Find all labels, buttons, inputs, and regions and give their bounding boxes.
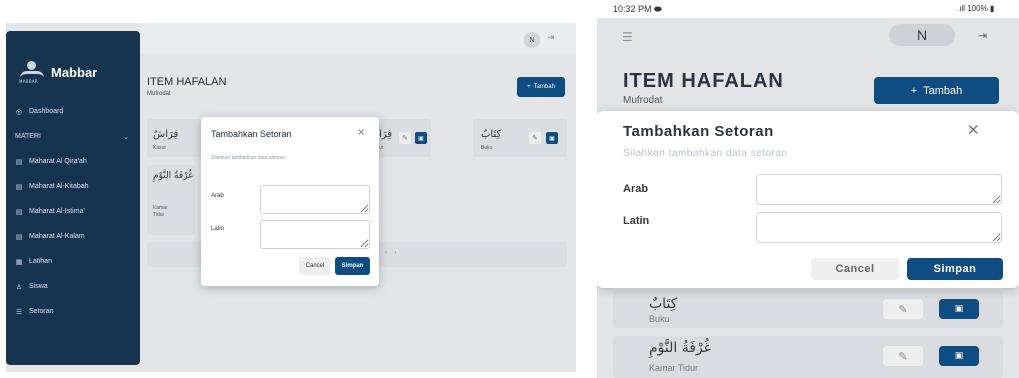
- arab-label: Arab: [623, 183, 649, 195]
- card-latin: Tidur: [153, 212, 165, 218]
- save-button[interactable]: Simpan: [335, 257, 370, 275]
- logout-icon[interactable]: ⇥: [978, 29, 987, 42]
- status-battery: .ıll 100% ▮: [957, 4, 995, 13]
- page-title: ITEM HAFALAN: [623, 70, 784, 92]
- sidebar-item-latihan[interactable]: ▦ Latihan: [6, 249, 140, 274]
- cancel-button[interactable]: Cancel: [811, 258, 899, 280]
- card-latin: Kasur: [153, 145, 167, 151]
- page-subtitle: Mufrodat: [147, 91, 171, 97]
- chevron-down-icon: ⌄: [123, 133, 129, 141]
- user-avatar[interactable]: N: [524, 32, 540, 48]
- screenshot-stage: MABBAR Mabbar ◎ Dashboard MATERI ⌄ ▤ Mah…: [0, 0, 1019, 378]
- card-latin: ur: [379, 145, 384, 151]
- sidebar-item-maharat-al-kitabah[interactable]: ▤ Maharat Al-Kitabah: [6, 174, 140, 199]
- sidebar-item-siswa[interactable]: ♙ Siswa: [6, 274, 140, 299]
- latin-label: Latin: [623, 215, 650, 227]
- hafalan-card: غُرْفَةُ النَّوْمِ Kamar Tidur: [147, 165, 195, 235]
- latin-label: Latin: [211, 226, 225, 232]
- card-latin: Buku: [649, 314, 670, 324]
- hafalan-card: غُرْفَةُ النَّوْمِ Kamar Tidur ✎ ▣: [613, 336, 1003, 378]
- card-latin: Kamar Tidur: [649, 363, 699, 373]
- hafalan-card: كِتَابٌ Buku ✎ ▣: [473, 119, 567, 157]
- add-setoran-modal: Tambahkan Setoran × Silahkan tambahkan d…: [201, 117, 379, 286]
- status-bar: 10:32 PM ⬬ .ıll 100% ▮: [597, 0, 1019, 18]
- mobile-view: 10:32 PM ⬬ .ıll 100% ▮ ☰ N ⇥ ITEM HAFALA…: [597, 0, 1019, 378]
- sidebar-item-dashboard[interactable]: ◎ Dashboard: [6, 99, 140, 124]
- user-avatar[interactable]: N: [889, 24, 955, 46]
- hamburger-menu-icon[interactable]: ☰: [622, 30, 633, 44]
- status-time: 10:32 PM ⬬: [613, 4, 662, 14]
- arab-input[interactable]: [756, 174, 1002, 205]
- sidebar-section-materi[interactable]: MATERI ⌄: [6, 124, 140, 149]
- latin-input[interactable]: [260, 220, 370, 249]
- delete-trash-icon[interactable]: ▣: [939, 299, 979, 319]
- sidebar-item-setoran[interactable]: ☰ Setoran: [6, 299, 140, 324]
- add-item-button[interactable]: + Tambah: [517, 77, 565, 97]
- edit-pencil-icon[interactable]: ✎: [883, 346, 923, 366]
- cancel-button[interactable]: Cancel: [299, 257, 331, 275]
- delete-trash-icon[interactable]: ▣: [939, 346, 979, 366]
- list-icon: ☰: [15, 308, 23, 316]
- card-arabic: غُرْفَةُ النَّوْمِ: [649, 340, 711, 356]
- clipboard-icon: ▦: [15, 258, 23, 266]
- sidebar-item-maharat-al-istima[interactable]: ▤ Maharat Al-Istima': [6, 199, 140, 224]
- brand-logo[interactable]: MABBAR Mabbar: [19, 61, 98, 84]
- sidebar: MABBAR Mabbar ◎ Dashboard MATERI ⌄ ▤ Mah…: [6, 31, 140, 365]
- arab-label: Arab: [211, 193, 224, 199]
- user-icon: ♙: [15, 283, 23, 291]
- hafalan-card: كِتَابٌ Buku ✎ ▣: [613, 290, 1003, 328]
- edit-pencil-icon[interactable]: ✎: [529, 132, 541, 144]
- modal-title: Tambahkan Setoran: [623, 123, 774, 140]
- add-item-button[interactable]: + Tambah: [874, 77, 999, 104]
- book-icon: ▤: [15, 208, 23, 216]
- sidebar-item-maharat-al-qiraah[interactable]: ▤ Maharat Al Qira'ah: [6, 149, 140, 174]
- card-arabic: فِرَاشٌ: [153, 129, 179, 140]
- mabbar-logo-icon: MABBAR: [19, 61, 45, 84]
- page-title: ITEM HAFALAN: [147, 76, 227, 88]
- book-icon: ▤: [15, 158, 23, 166]
- close-icon[interactable]: ✕: [967, 121, 980, 139]
- page-subtitle: Mufrodat: [623, 95, 663, 106]
- mobile-top-bar: ☰ N ⇥: [597, 18, 1019, 52]
- card-latin: Buku: [481, 145, 493, 151]
- latin-input[interactable]: [756, 212, 1002, 243]
- delete-trash-icon[interactable]: ▣: [415, 132, 427, 144]
- pagination-arrows[interactable]: ‹ ›: [385, 250, 400, 256]
- modal-title: Tambahkan Setoran: [211, 129, 292, 139]
- modal-subtitle: Silahkan tambahkan data setoran: [211, 155, 286, 161]
- sidebar-nav: ◎ Dashboard MATERI ⌄ ▤ Maharat Al Qira'a…: [6, 99, 140, 324]
- arab-input[interactable]: [260, 185, 370, 214]
- plus-icon: +: [910, 84, 918, 97]
- edit-pencil-icon[interactable]: ✎: [883, 299, 923, 319]
- desktop-view: MABBAR Mabbar ◎ Dashboard MATERI ⌄ ▤ Mah…: [6, 23, 576, 372]
- brand-name: Mabbar: [51, 64, 98, 80]
- save-button[interactable]: Simpan: [907, 258, 1003, 280]
- close-icon[interactable]: ×: [357, 127, 365, 138]
- card-latin: Kamar: [153, 205, 168, 211]
- sidebar-item-maharat-al-kalam[interactable]: ▤ Maharat Al-Kalam: [6, 224, 140, 249]
- card-arabic: كِتَابٌ: [649, 296, 678, 312]
- delete-trash-icon[interactable]: ▣: [546, 132, 558, 144]
- card-arabic: كِتَابٌ: [481, 129, 502, 140]
- plus-icon: +: [527, 84, 531, 90]
- modal-subtitle: Silahkan tambahkan data setoran: [623, 148, 788, 159]
- logout-icon[interactable]: ⇥: [547, 33, 555, 43]
- book-icon: ▤: [15, 183, 23, 191]
- card-arabic: غُرْفَةُ النَّوْمِ: [153, 171, 193, 181]
- edit-pencil-icon[interactable]: ✎: [399, 132, 411, 144]
- book-icon: ▤: [15, 233, 23, 241]
- add-setoran-modal: Tambahkan Setoran ✕ Silahkan tambahkan d…: [597, 111, 1019, 288]
- dashboard-icon: ◎: [15, 108, 23, 116]
- card-arabic: فِرَا: [379, 129, 393, 140]
- top-bar: [140, 23, 576, 54]
